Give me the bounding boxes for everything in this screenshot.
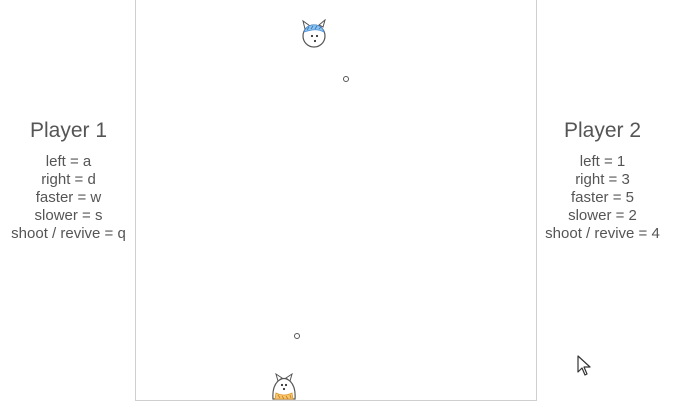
player2-control-left: left = 1 bbox=[579, 153, 626, 170]
player2-panel: Player 2 left = 1 right = 3 faster = 5 s… bbox=[537, 117, 668, 243]
player2-control-slower: slower = 2 bbox=[568, 207, 637, 224]
player2-controls: left = 1 right = 3 faster = 5 slower = 2… bbox=[537, 153, 668, 243]
bullet bbox=[343, 76, 349, 82]
player1-control-left: left = a bbox=[45, 153, 92, 170]
player1-control-faster: faster = w bbox=[35, 189, 102, 206]
player2-title: Player 2 bbox=[563, 119, 642, 142]
player1-control-right: right = d bbox=[41, 171, 96, 188]
player1-panel: Player 1 left = a right = d faster = w s… bbox=[0, 117, 137, 243]
player1-title: Player 1 bbox=[29, 119, 108, 142]
player1-control-shoot: shoot / revive = q bbox=[11, 225, 126, 242]
mouse-pointer-icon bbox=[577, 355, 591, 376]
player2-cat-icon bbox=[302, 19, 326, 48]
bullet bbox=[294, 333, 300, 339]
game-arena[interactable] bbox=[135, 0, 537, 401]
player1-controls: left = a right = d faster = w slower = s… bbox=[0, 153, 137, 243]
player2-control-shoot: shoot / revive = 4 bbox=[545, 225, 660, 242]
player1-cat-icon bbox=[272, 372, 296, 400]
player2-control-faster: faster = 5 bbox=[571, 189, 634, 206]
player1-control-slower: slower = s bbox=[34, 207, 103, 224]
player2-control-right: right = 3 bbox=[575, 171, 630, 188]
